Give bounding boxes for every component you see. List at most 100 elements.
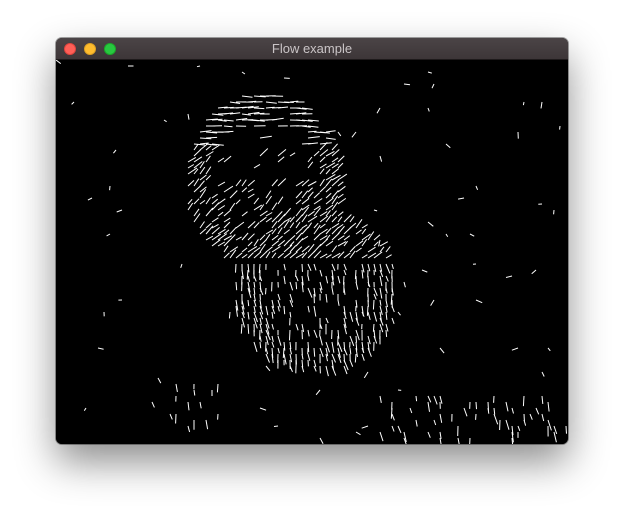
flow-vector	[337, 197, 347, 205]
flow-vector	[199, 180, 205, 187]
flow-vector	[259, 216, 267, 223]
flow-vector	[349, 311, 354, 322]
flow-vector	[259, 148, 269, 157]
flow-vector	[271, 234, 279, 241]
flow-vector	[259, 317, 262, 325]
flow-vector	[307, 353, 311, 361]
flow-vector	[229, 190, 238, 199]
flow-vector	[271, 179, 278, 187]
flow-vector	[522, 101, 525, 106]
flow-vector	[378, 239, 381, 247]
flow-vector	[541, 413, 545, 422]
flow-vector	[277, 347, 280, 354]
flow-vector	[403, 83, 411, 86]
flow-vector	[235, 263, 237, 273]
flow-vector	[376, 107, 381, 114]
flow-vector	[307, 142, 318, 145]
flow-vector	[349, 250, 356, 259]
flow-vector	[205, 174, 212, 181]
flow-vector	[163, 119, 167, 123]
flow-vector	[265, 246, 273, 253]
flow-vector	[313, 347, 316, 357]
flow-vector	[361, 238, 368, 247]
flow-vector	[433, 395, 438, 405]
flow-vector	[475, 401, 477, 410]
flow-vector	[363, 371, 369, 379]
flow-vector	[337, 185, 346, 193]
flow-vector	[307, 161, 314, 169]
flow-vector	[379, 155, 383, 162]
flow-vector	[361, 228, 367, 235]
flow-vector	[205, 155, 211, 163]
flow-vector	[295, 246, 303, 253]
flow-vector	[265, 190, 272, 199]
flow-vector	[235, 252, 243, 259]
flow-vector	[193, 389, 196, 396]
flow-vector	[247, 299, 250, 307]
flow-vector	[235, 221, 245, 229]
flow-vector	[307, 222, 313, 229]
flow-vector	[372, 299, 375, 310]
flow-vector	[217, 211, 224, 217]
flow-vector	[355, 247, 362, 253]
flow-vector	[223, 155, 232, 163]
flow-vector	[223, 239, 231, 247]
flow-vector	[313, 192, 321, 199]
flow-vector	[229, 246, 239, 253]
flow-vector	[223, 221, 231, 229]
flow-vector	[427, 401, 430, 412]
flow-vector	[445, 143, 451, 149]
flow-vector	[247, 311, 250, 320]
flow-vector	[83, 407, 87, 411]
flow-vector	[337, 193, 344, 199]
flow-vector	[385, 246, 391, 253]
flow-vector	[427, 221, 434, 227]
flow-vector	[97, 347, 104, 350]
flow-vector	[331, 210, 337, 217]
flow-vector	[439, 413, 443, 423]
flow-vector	[253, 341, 258, 353]
flow-vector	[265, 229, 274, 235]
flow-vector	[343, 252, 351, 259]
flow-vector	[271, 252, 277, 259]
flow-vector	[379, 275, 383, 287]
flow-vector	[522, 395, 525, 407]
flow-vector	[307, 287, 313, 298]
flow-vector	[349, 216, 355, 223]
flow-vector	[313, 359, 317, 368]
flow-vector	[265, 353, 270, 363]
flow-vector	[265, 101, 277, 104]
flow-vector	[385, 305, 388, 313]
flow-vector	[247, 252, 254, 259]
flow-vector	[331, 157, 339, 163]
flow-vector	[205, 197, 211, 205]
flow-vector	[187, 164, 195, 169]
flow-vector	[151, 401, 155, 408]
flow-vector	[511, 347, 519, 351]
flow-vector	[289, 329, 291, 341]
flow-vector	[187, 167, 198, 175]
flow-vector	[307, 275, 310, 281]
flow-vector	[253, 222, 260, 229]
flow-vector	[373, 241, 379, 247]
flow-vector	[205, 207, 214, 217]
flow-vector	[361, 269, 364, 279]
flow-vector	[187, 401, 190, 411]
flow-vector	[367, 347, 372, 357]
flow-vector	[331, 143, 338, 151]
flow-vector	[517, 425, 521, 431]
title-bar[interactable]: Flow example	[56, 38, 568, 60]
flow-vector	[337, 275, 341, 284]
flow-vector	[241, 95, 253, 98]
flow-vector	[313, 250, 322, 259]
flow-vector	[493, 413, 499, 425]
flow-vector	[337, 181, 344, 187]
flow-vector	[301, 251, 308, 259]
flow-vector	[361, 425, 369, 429]
flow-vector	[319, 238, 329, 247]
flow-vector	[331, 179, 340, 187]
flow-vector	[307, 191, 314, 199]
flow-vector	[253, 251, 262, 259]
flow-vector	[313, 150, 320, 157]
flow-vector	[187, 425, 191, 433]
